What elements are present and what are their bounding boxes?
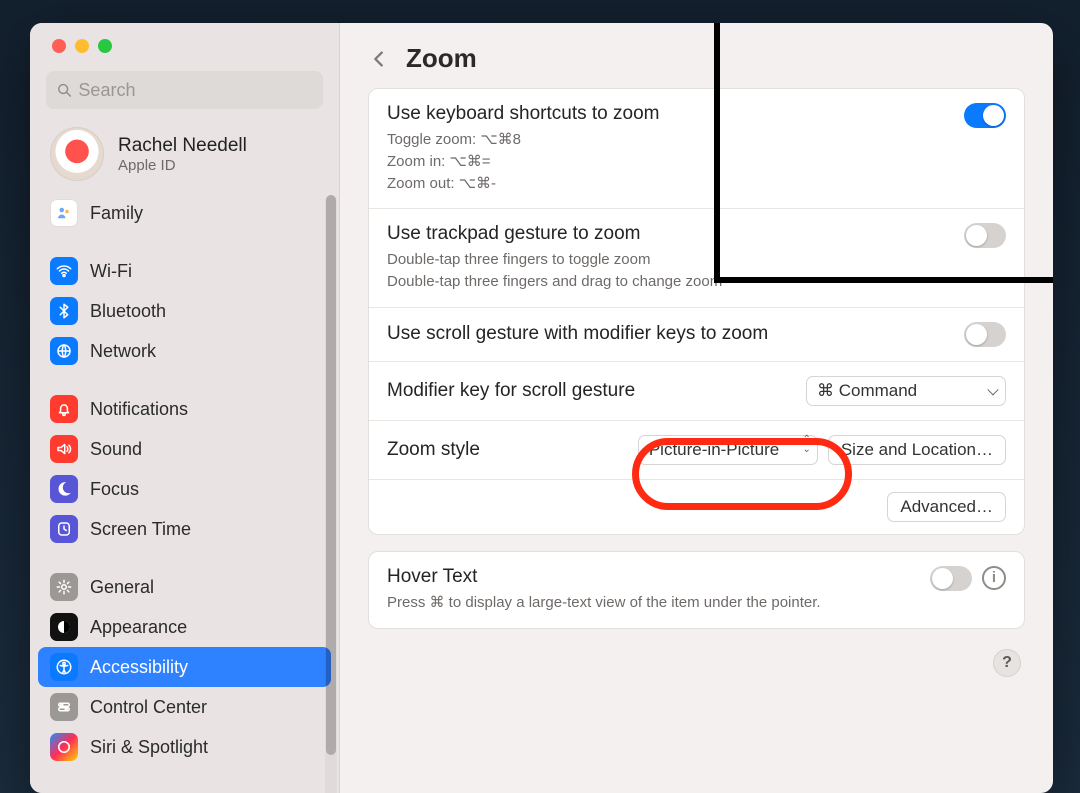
sidebar-item-screentime[interactable]: Screen Time bbox=[38, 509, 331, 549]
bluetooth-icon bbox=[50, 297, 78, 325]
screentime-icon bbox=[50, 515, 78, 543]
advanced-button[interactable]: Advanced… bbox=[887, 492, 1006, 522]
avatar bbox=[50, 127, 104, 181]
accessibility-icon bbox=[50, 653, 78, 681]
general-icon bbox=[50, 573, 78, 601]
hover-text-card: Hover Text Press ⌘ to display a large-te… bbox=[368, 551, 1025, 629]
row-label: Zoom style bbox=[387, 439, 638, 461]
sidebar-item-label: Control Center bbox=[90, 697, 207, 718]
search-icon bbox=[56, 81, 72, 99]
sidebar-item-label: Notifications bbox=[90, 399, 188, 420]
row-zoom-style: Zoom style Picture-in-Picture Size and L… bbox=[369, 421, 1024, 480]
sidebar-item-family[interactable]: Family bbox=[38, 193, 331, 233]
profile-name: Rachel Needell bbox=[118, 135, 247, 157]
sidebar-item-label: Accessibility bbox=[90, 657, 188, 678]
sidebar-item-focus[interactable]: Focus bbox=[38, 469, 331, 509]
toggle-scroll-modifier[interactable] bbox=[964, 322, 1006, 347]
row-label: Use trackpad gesture to zoom bbox=[387, 223, 964, 245]
sidebar-item-label: Wi-Fi bbox=[90, 261, 132, 282]
sidebar-item-accessibility[interactable]: Accessibility bbox=[38, 647, 331, 687]
row-trackpad-gesture: Use trackpad gesture to zoom Double-tap … bbox=[369, 209, 1024, 308]
toggle-trackpad-gesture[interactable] bbox=[964, 223, 1006, 248]
row-sub: Double-tap three fingers to toggle zoom … bbox=[387, 249, 964, 293]
zoom-settings-card: Use keyboard shortcuts to zoom Toggle zo… bbox=[368, 88, 1025, 535]
row-sub: Toggle zoom: ⌥⌘8 Zoom in: ⌥⌘= Zoom out: … bbox=[387, 129, 964, 194]
select-value: Picture-in-Picture bbox=[649, 440, 779, 460]
sidebar-item-sound[interactable]: Sound bbox=[38, 429, 331, 469]
network-icon bbox=[50, 337, 78, 365]
row-keyboard-shortcuts: Use keyboard shortcuts to zoom Toggle zo… bbox=[369, 89, 1024, 209]
sidebar-item-label: Sound bbox=[90, 439, 142, 460]
sidebar-item-notifications[interactable]: Notifications bbox=[38, 389, 331, 429]
sidebar-item-label: Appearance bbox=[90, 617, 187, 638]
row-label: Use scroll gesture with modifier keys to… bbox=[387, 323, 964, 345]
search-input[interactable] bbox=[78, 80, 313, 101]
focus-icon bbox=[50, 475, 78, 503]
profile-subtitle: Apple ID bbox=[118, 157, 247, 174]
row-label: Modifier key for scroll gesture bbox=[387, 380, 806, 402]
sidebar-item-general[interactable]: General bbox=[38, 567, 331, 607]
size-and-location-button[interactable]: Size and Location… bbox=[828, 435, 1006, 465]
sidebar-item-siri[interactable]: Siri & Spotlight bbox=[38, 727, 331, 767]
wifi-icon bbox=[50, 257, 78, 285]
sidebar-item-label: Screen Time bbox=[90, 519, 191, 540]
sidebar-item-label: General bbox=[90, 577, 154, 598]
minimize-window-button[interactable] bbox=[75, 39, 89, 53]
sidebar-item-label: Focus bbox=[90, 479, 139, 500]
settings-window: Rachel Needell Apple ID Family Wi-Fi bbox=[30, 23, 1053, 793]
back-button[interactable] bbox=[368, 48, 390, 70]
row-advanced: Advanced… bbox=[369, 480, 1024, 534]
close-window-button[interactable] bbox=[52, 39, 66, 53]
sidebar-item-network[interactable]: Network bbox=[38, 331, 331, 371]
select-value: ⌘ Command bbox=[817, 381, 917, 401]
row-sub: Press ⌘ to display a large-text view of … bbox=[387, 592, 930, 614]
row-label: Hover Text bbox=[387, 566, 930, 588]
sidebar: Rachel Needell Apple ID Family Wi-Fi bbox=[30, 23, 340, 793]
select-zoom-style[interactable]: Picture-in-Picture bbox=[638, 435, 818, 465]
siri-icon bbox=[50, 733, 78, 761]
family-icon bbox=[50, 199, 78, 227]
button-label: Advanced… bbox=[900, 497, 993, 517]
appearance-icon bbox=[50, 613, 78, 641]
search-field[interactable] bbox=[46, 71, 323, 109]
sidebar-item-controlcenter[interactable]: Control Center bbox=[38, 687, 331, 727]
row-hover-text: Hover Text Press ⌘ to display a large-te… bbox=[369, 552, 1024, 628]
help-button[interactable]: ? bbox=[993, 649, 1021, 677]
sidebar-item-wifi[interactable]: Wi-Fi bbox=[38, 251, 331, 291]
fullscreen-window-button[interactable] bbox=[98, 39, 112, 53]
sidebar-item-label: Bluetooth bbox=[90, 301, 166, 322]
sidebar-item-label: Family bbox=[90, 203, 143, 224]
profile-row[interactable]: Rachel Needell Apple ID bbox=[30, 113, 339, 187]
row-modifier-key: Modifier key for scroll gesture ⌘ Comman… bbox=[369, 362, 1024, 421]
control-center-icon bbox=[50, 693, 78, 721]
select-modifier-key[interactable]: ⌘ Command bbox=[806, 376, 1006, 406]
page-title: Zoom bbox=[406, 43, 477, 74]
window-controls bbox=[30, 23, 339, 53]
header: Zoom bbox=[340, 23, 1053, 88]
sidebar-item-label: Network bbox=[90, 341, 156, 362]
button-label: Size and Location… bbox=[841, 440, 993, 460]
sidebar-item-bluetooth[interactable]: Bluetooth bbox=[38, 291, 331, 331]
row-scroll-modifier-toggle: Use scroll gesture with modifier keys to… bbox=[369, 308, 1024, 362]
toggle-hover-text[interactable] bbox=[930, 566, 972, 591]
toggle-keyboard-shortcuts[interactable] bbox=[964, 103, 1006, 128]
sound-icon bbox=[50, 435, 78, 463]
sidebar-item-appearance[interactable]: Appearance bbox=[38, 607, 331, 647]
sidebar-item-label: Siri & Spotlight bbox=[90, 737, 208, 758]
sidebar-list: Family Wi-Fi Bluetooth Network bbox=[30, 187, 339, 793]
notifications-icon bbox=[50, 395, 78, 423]
info-icon[interactable]: i bbox=[982, 566, 1006, 590]
main-pane: Zoom Use keyboard shortcuts to zoom Togg… bbox=[340, 23, 1053, 793]
sidebar-scrollbar-thumb[interactable] bbox=[326, 195, 336, 755]
row-label: Use keyboard shortcuts to zoom bbox=[387, 103, 964, 125]
